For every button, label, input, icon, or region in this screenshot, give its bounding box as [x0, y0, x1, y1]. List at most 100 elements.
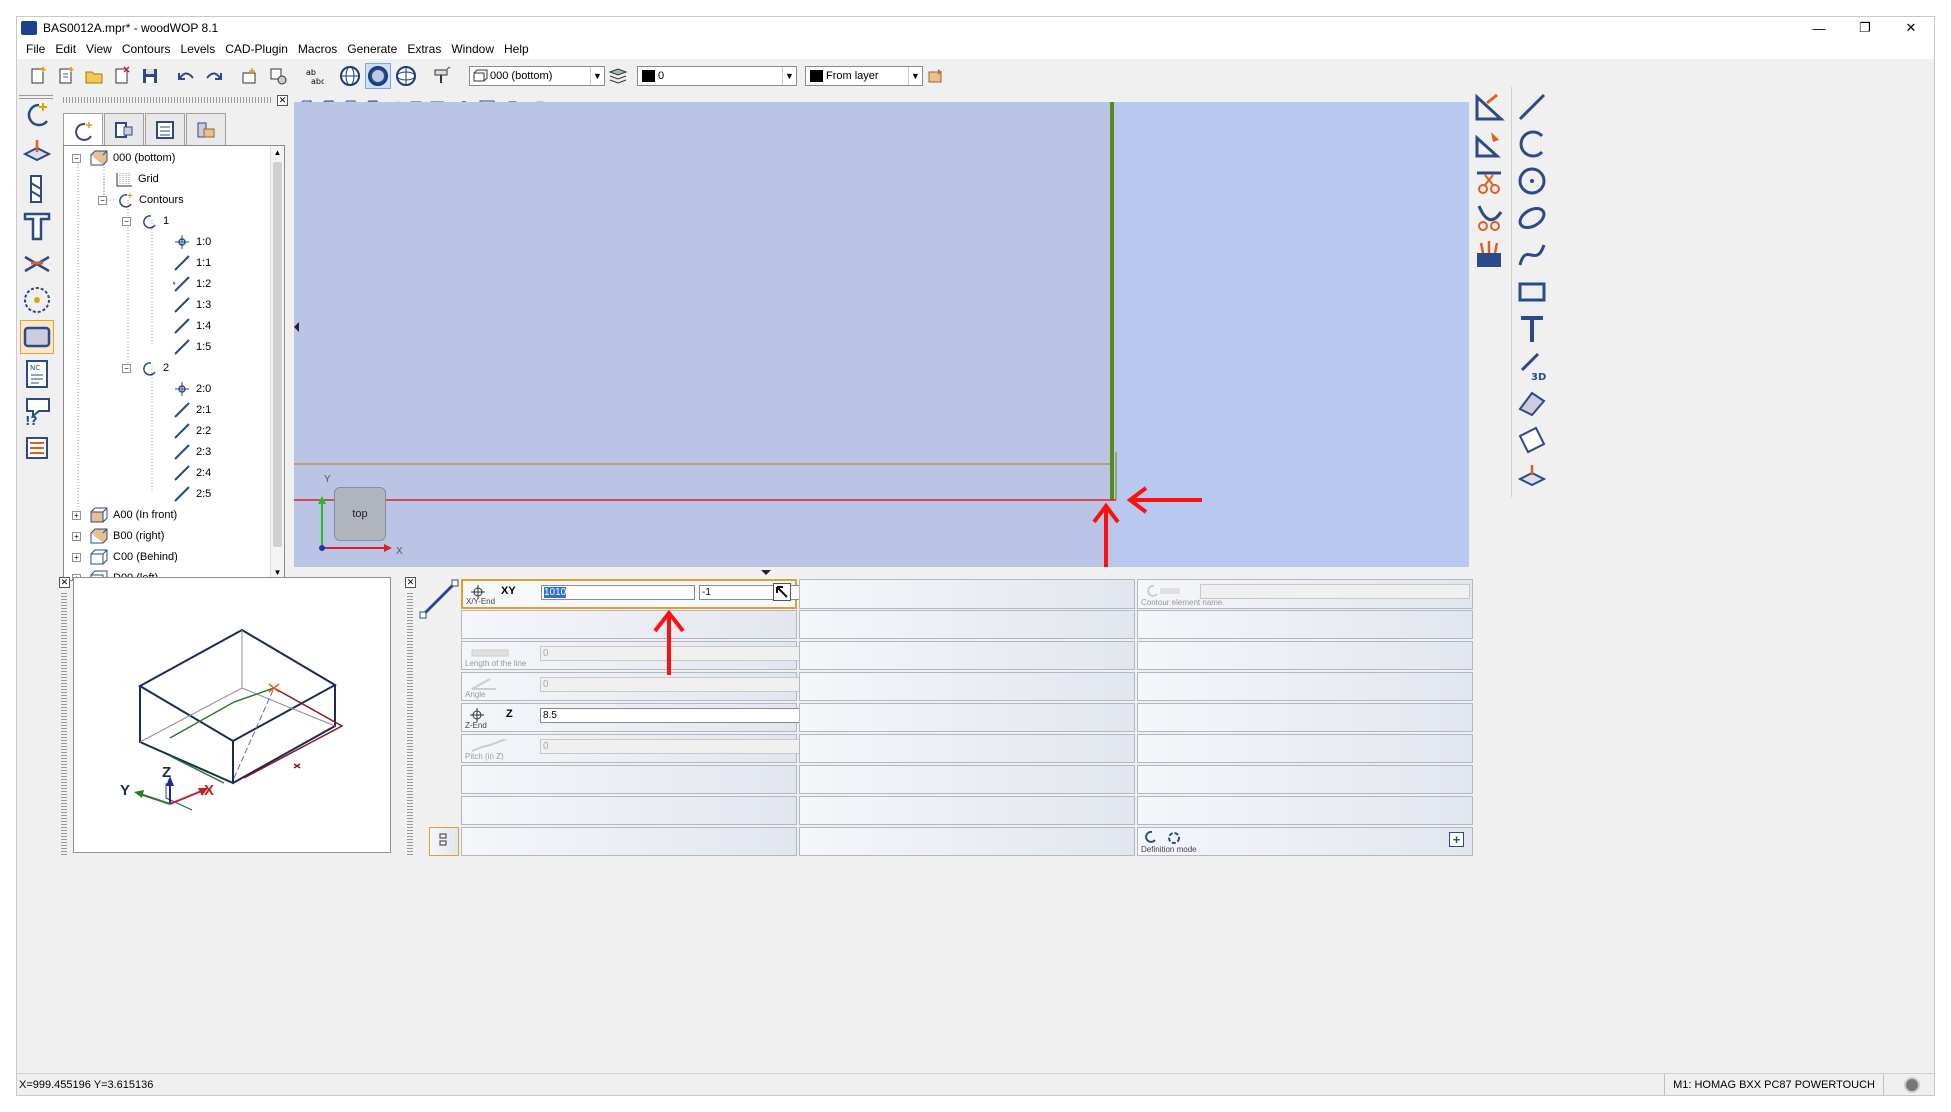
ellipse-tool-icon[interactable]	[1514, 201, 1550, 235]
new-from-template-icon[interactable]	[53, 63, 79, 89]
menu-help[interactable]: Help	[499, 42, 534, 56]
globe-view-alt-icon[interactable]	[393, 63, 419, 89]
extrude-icon[interactable]	[1514, 423, 1550, 457]
close-button[interactable]: ✕	[1888, 17, 1934, 39]
tab-operations[interactable]	[186, 113, 226, 145]
close-preview-icon[interactable]: ✕	[59, 577, 70, 588]
menu-contours[interactable]: Contours	[117, 42, 176, 56]
tree-item-grid[interactable]: Grid	[114, 169, 159, 189]
component-list-icon[interactable]	[20, 431, 54, 465]
scroll-up-icon[interactable]: ▲	[271, 146, 284, 160]
layers-icon[interactable]	[605, 63, 631, 89]
help-comment-icon[interactable]: !?	[20, 394, 54, 428]
menu-window[interactable]: Window	[446, 42, 499, 56]
add-icon[interactable]: +	[1449, 832, 1464, 847]
redo-icon[interactable]	[201, 63, 227, 89]
menu-levels[interactable]: Levels	[176, 42, 221, 56]
mode-toggle[interactable]	[429, 827, 459, 856]
tree-item-level-c00[interactable]: + C00 (Behind)	[72, 547, 178, 567]
tab-components[interactable]	[104, 113, 144, 145]
tree-item-level-a00[interactable]: + A00 (In front)	[72, 505, 177, 525]
trim-icon[interactable]	[1471, 164, 1507, 198]
menu-cad-plugin[interactable]: CAD-Plugin	[220, 42, 293, 56]
new-component-icon[interactable]	[237, 63, 263, 89]
menu-file[interactable]: File	[21, 42, 50, 56]
layer-settings-icon[interactable]	[923, 63, 949, 89]
new-file-icon[interactable]	[25, 63, 51, 89]
close-file-icon[interactable]	[109, 63, 135, 89]
collapse-left-icon[interactable]	[294, 322, 299, 332]
tree-item-2-4[interactable]: 2:4	[172, 463, 211, 483]
tree-item-1-4[interactable]: 1:4	[172, 316, 211, 336]
groove-tool-icon[interactable]	[20, 209, 54, 243]
menu-view[interactable]: View	[81, 42, 117, 56]
menu-extras[interactable]: Extras	[402, 42, 446, 56]
spline-tool-icon[interactable]	[1514, 238, 1550, 272]
tree-item-1-2[interactable]: 1:2	[172, 274, 211, 294]
chevron-down-icon[interactable]: ▼	[782, 67, 796, 85]
collapse-bottom-icon[interactable]	[761, 570, 771, 575]
collapse-icon[interactable]: −	[98, 195, 107, 205]
line-tool-icon[interactable]	[1514, 90, 1550, 124]
level-select[interactable]: 000 (bottom) ▼	[469, 66, 605, 86]
z-end-field[interactable]: Z 8.5 Z-End	[461, 703, 852, 732]
expand-icon[interactable]: +	[72, 552, 81, 562]
definition-mode-field[interactable]: + Definition mode	[1137, 827, 1473, 856]
rectangle-tool-icon[interactable]	[1514, 275, 1550, 309]
menu-generate[interactable]: Generate	[342, 42, 402, 56]
xy-end-field[interactable]: XY 1010 -1 X/Y-End	[461, 579, 853, 609]
expand-icon[interactable]: +	[72, 510, 81, 520]
tree-item-contour-1[interactable]: −1	[122, 211, 169, 231]
collapse-icon[interactable]: −	[72, 153, 81, 163]
component-settings-icon[interactable]	[265, 63, 291, 89]
circle-tool-icon[interactable]	[1514, 164, 1550, 198]
nav-cube[interactable]: top	[334, 487, 386, 541]
globe-view-icon[interactable]	[337, 63, 363, 89]
machine-status-icon[interactable]	[1904, 1077, 1920, 1093]
freeform-surface-icon[interactable]	[1514, 386, 1550, 420]
tree-item-contour-2[interactable]: −2	[122, 358, 169, 378]
saw-cut-icon[interactable]	[20, 246, 54, 280]
open-folder-icon[interactable]	[81, 63, 107, 89]
tree-item-2-3[interactable]: 2:3	[172, 442, 211, 462]
globe-view-active-icon[interactable]	[365, 63, 391, 89]
x-end-input[interactable]: 1010	[541, 585, 695, 600]
horizontal-drilling-icon[interactable]	[20, 172, 54, 206]
menu-macros[interactable]: Macros	[293, 42, 342, 56]
format-painter-icon[interactable]	[429, 63, 455, 89]
restore-button[interactable]: ❐	[1842, 17, 1888, 39]
expand-icon[interactable]: +	[72, 531, 81, 541]
tree-item-level-b00[interactable]: + B00 (right)	[72, 526, 164, 546]
tree-item-1-5[interactable]: 1:5	[172, 337, 211, 357]
layer-select[interactable]: From layer ▼	[805, 66, 923, 86]
cad-viewport[interactable]: Y X top	[294, 102, 1469, 567]
minimize-button[interactable]: —	[1796, 17, 1842, 39]
scroll-thumb[interactable]	[273, 162, 282, 547]
tree-scrollbar[interactable]: ▲ ▼	[270, 146, 284, 580]
pocket-tool-icon[interactable]	[20, 320, 54, 354]
length-field[interactable]: 0 Length of the line	[461, 641, 852, 670]
tree-item-2-0[interactable]: 2:0	[172, 379, 211, 399]
close-params-icon[interactable]: ✕	[405, 577, 416, 588]
tree-item-level-000[interactable]: − 000 (bottom)	[72, 148, 175, 168]
tab-contours[interactable]	[63, 113, 103, 147]
close-panel-icon[interactable]: ✕	[277, 95, 288, 106]
text-replace-icon[interactable]: ab abc	[301, 63, 327, 89]
tree-item-1-1[interactable]: 1:1	[172, 253, 211, 273]
collapse-icon[interactable]: −	[122, 216, 131, 226]
pitch-field[interactable]: 0 Pitch (in Z)	[461, 734, 852, 763]
contour-element-name-field[interactable]: Contour element name	[1137, 579, 1473, 609]
chevron-down-icon[interactable]: ▼	[590, 67, 604, 85]
toolbox-icon[interactable]	[1471, 238, 1507, 272]
arc-tool-icon[interactable]	[1514, 127, 1550, 161]
angle-dimension-icon[interactable]	[1471, 127, 1507, 161]
angle-field[interactable]: 0 Angle	[461, 672, 852, 701]
3d-text-tool-icon[interactable]: 3D	[1514, 349, 1550, 383]
contour-tool-icon[interactable]	[20, 98, 54, 132]
tree-item-2-1[interactable]: 2:1	[172, 400, 211, 420]
tree-item-2-2[interactable]: 2:2	[172, 421, 211, 441]
menu-edit[interactable]: Edit	[50, 42, 81, 56]
layer-surface-icon[interactable]	[1514, 460, 1550, 494]
tab-variables[interactable]	[145, 113, 185, 145]
save-icon[interactable]	[137, 63, 163, 89]
